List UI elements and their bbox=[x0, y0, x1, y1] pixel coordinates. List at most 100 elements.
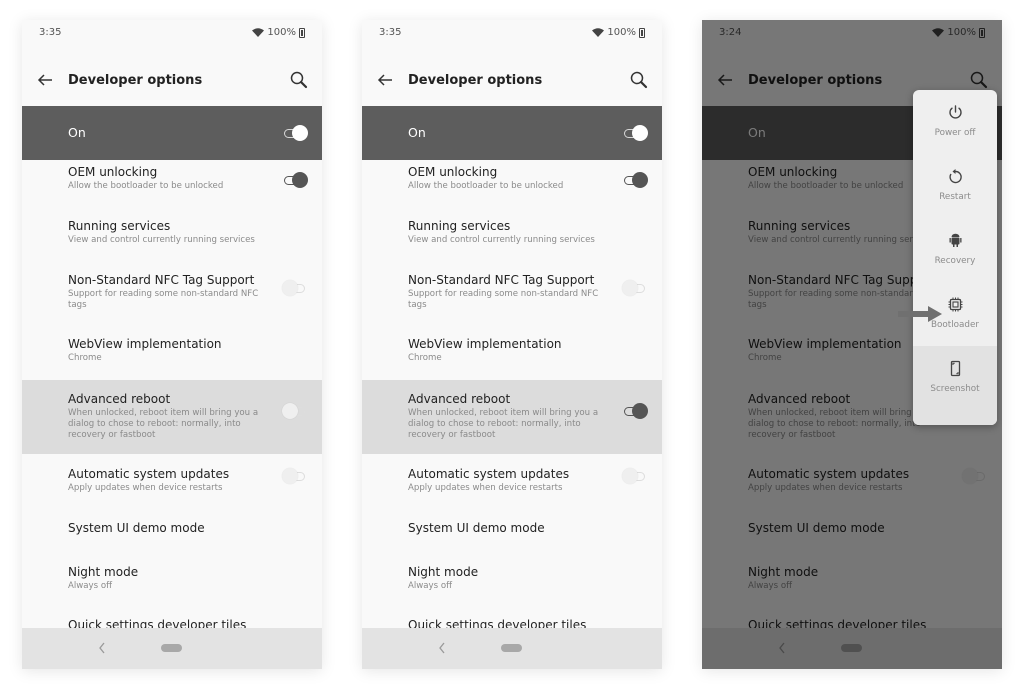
navigation-bar bbox=[702, 628, 1002, 669]
setting-subtitle: Allow the bootloader to be unlocked bbox=[408, 181, 564, 191]
nav-back-icon[interactable] bbox=[98, 642, 106, 654]
setting-title: OEM unlocking bbox=[68, 165, 158, 179]
setting-advanced-reboot[interactable]: Advanced reboot When unlocked, reboot ite… bbox=[22, 380, 322, 454]
setting-title: Non-Standard NFC Tag Support bbox=[408, 273, 595, 287]
setting-subtitle: Chrome bbox=[408, 353, 442, 363]
phone-screen-2: 3:35 100% Developer options On OEM unloc… bbox=[362, 20, 662, 669]
setting-running-services[interactable]: Running services View and control current… bbox=[362, 210, 662, 264]
setting-title: Night mode bbox=[68, 565, 139, 579]
advanced-reboot-toggle[interactable] bbox=[282, 403, 308, 419]
power-menu-label: Recovery bbox=[934, 256, 976, 266]
automatic-system-updates-toggle[interactable] bbox=[622, 468, 648, 484]
search-icon[interactable] bbox=[289, 70, 309, 90]
page-title: Developer options bbox=[68, 73, 203, 88]
battery-percent: 100% bbox=[267, 27, 296, 38]
setting-subtitle: View and control currently running servi… bbox=[68, 235, 255, 245]
power-menu-recovery[interactable]: Recovery bbox=[913, 218, 997, 282]
setting-title: Non-Standard NFC Tag Support bbox=[748, 273, 935, 287]
phone-screen-1: 3:35 100% Developer options On OEM unloc… bbox=[22, 20, 322, 669]
setting-subtitle: When unlocked, reboot item will bring yo… bbox=[408, 408, 599, 440]
setting-subtitle: Apply updates when device restarts bbox=[748, 483, 903, 493]
setting-title: Non-Standard NFC Tag Support bbox=[68, 273, 255, 287]
setting-system-ui-demo-mode[interactable]: System UI demo mode bbox=[702, 512, 1002, 556]
app-bar: Developer options bbox=[362, 65, 662, 97]
setting-oem-unlocking[interactable]: OEM unlocking Allow the bootloader to be … bbox=[362, 160, 662, 210]
developer-options-master-switch[interactable]: On bbox=[362, 106, 662, 160]
automatic-system-updates-toggle[interactable] bbox=[282, 468, 308, 484]
setting-night-mode[interactable]: Night mode Always off bbox=[702, 556, 1002, 608]
power-menu-screenshot[interactable]: Screenshot bbox=[913, 346, 997, 425]
status-bar: 3:35 100% bbox=[362, 20, 662, 48]
setting-title: System UI demo mode bbox=[748, 521, 885, 535]
setting-non-standard-nfc-tag-support[interactable]: Non-Standard NFC Tag Support Support for … bbox=[22, 264, 322, 328]
status-icons: 100% bbox=[592, 27, 645, 38]
navigation-bar bbox=[362, 628, 662, 669]
oem-unlocking-toggle[interactable] bbox=[282, 172, 308, 188]
setting-subtitle: Allow the bootloader to be unlocked bbox=[68, 181, 224, 191]
non-standard-nfc-tag-support-toggle[interactable] bbox=[622, 280, 648, 296]
battery-percent: 100% bbox=[947, 27, 976, 38]
setting-system-ui-demo-mode[interactable]: System UI demo mode bbox=[362, 512, 662, 556]
status-time: 3:24 bbox=[719, 27, 742, 38]
status-icons: 100% bbox=[252, 27, 305, 38]
back-arrow-icon[interactable] bbox=[36, 71, 54, 89]
setting-oem-unlocking[interactable]: OEM unlocking Allow the bootloader to be … bbox=[22, 160, 322, 210]
navigation-bar bbox=[22, 628, 322, 669]
setting-webview-implementation[interactable]: WebView implementation Chrome bbox=[22, 328, 322, 380]
setting-non-standard-nfc-tag-support[interactable]: Non-Standard NFC Tag Support Support for … bbox=[362, 264, 662, 328]
setting-title: Running services bbox=[408, 219, 511, 233]
search-icon[interactable] bbox=[969, 70, 989, 90]
setting-title: Running services bbox=[68, 219, 171, 233]
back-arrow-icon[interactable] bbox=[376, 71, 394, 89]
setting-title: Running services bbox=[748, 219, 851, 233]
setting-subtitle: Always off bbox=[748, 581, 793, 591]
setting-subtitle: When unlocked, reboot item will bring yo… bbox=[68, 408, 259, 440]
back-arrow-icon[interactable] bbox=[716, 71, 734, 89]
battery-icon bbox=[639, 27, 645, 38]
master-toggle[interactable] bbox=[622, 125, 648, 141]
setting-night-mode[interactable]: Night mode Always off bbox=[362, 556, 662, 608]
setting-night-mode[interactable]: Night mode Always off bbox=[22, 556, 322, 608]
setting-system-ui-demo-mode[interactable]: System UI demo mode bbox=[22, 512, 322, 556]
status-bar: 3:35 100% bbox=[22, 20, 322, 48]
nav-home-pill[interactable] bbox=[841, 644, 862, 652]
page-title: Developer options bbox=[748, 73, 883, 88]
nav-back-icon[interactable] bbox=[438, 642, 446, 654]
power-menu-power-off[interactable]: Power off bbox=[913, 90, 997, 154]
wifi-icon bbox=[932, 28, 945, 37]
setting-subtitle: View and control currently running servi… bbox=[408, 235, 595, 245]
nav-home-pill[interactable] bbox=[501, 644, 522, 652]
status-time: 3:35 bbox=[39, 27, 62, 38]
setting-running-services[interactable]: Running services View and control current… bbox=[22, 210, 322, 264]
wifi-icon bbox=[252, 28, 265, 37]
non-standard-nfc-tag-support-toggle[interactable] bbox=[282, 280, 308, 296]
setting-subtitle: Chrome bbox=[68, 353, 102, 363]
search-icon[interactable] bbox=[629, 70, 649, 90]
status-icons: 100% bbox=[932, 27, 985, 38]
setting-title: WebView implementation bbox=[408, 337, 562, 351]
restart-icon bbox=[949, 169, 962, 184]
setting-title: Advanced reboot bbox=[408, 392, 511, 406]
setting-advanced-reboot[interactable]: Advanced reboot When unlocked, reboot ite… bbox=[362, 380, 662, 454]
setting-subtitle: Apply updates when device restarts bbox=[68, 483, 223, 493]
power-menu-restart[interactable]: Restart bbox=[913, 154, 997, 218]
master-switch-label: On bbox=[748, 125, 766, 140]
master-toggle[interactable] bbox=[282, 125, 308, 141]
setting-title: Advanced reboot bbox=[748, 392, 851, 406]
page-title: Developer options bbox=[408, 73, 543, 88]
nav-home-pill[interactable] bbox=[161, 644, 182, 652]
oem-unlocking-toggle[interactable] bbox=[622, 172, 648, 188]
setting-title: OEM unlocking bbox=[408, 165, 498, 179]
automatic-system-updates-toggle[interactable] bbox=[962, 468, 988, 484]
battery-percent: 100% bbox=[607, 27, 636, 38]
developer-options-master-switch[interactable]: On bbox=[22, 106, 322, 160]
app-bar: Developer options bbox=[22, 65, 322, 97]
power-menu-label: Restart bbox=[939, 192, 971, 202]
nav-back-icon[interactable] bbox=[778, 642, 786, 654]
setting-automatic-system-updates[interactable]: Automatic system updates Apply updates wh… bbox=[362, 454, 662, 512]
battery-icon bbox=[299, 27, 305, 38]
setting-webview-implementation[interactable]: WebView implementation Chrome bbox=[362, 328, 662, 380]
setting-automatic-system-updates[interactable]: Automatic system updates Apply updates wh… bbox=[22, 454, 322, 512]
setting-automatic-system-updates[interactable]: Automatic system updates Apply updates wh… bbox=[702, 454, 1002, 512]
advanced-reboot-toggle[interactable] bbox=[622, 403, 648, 419]
